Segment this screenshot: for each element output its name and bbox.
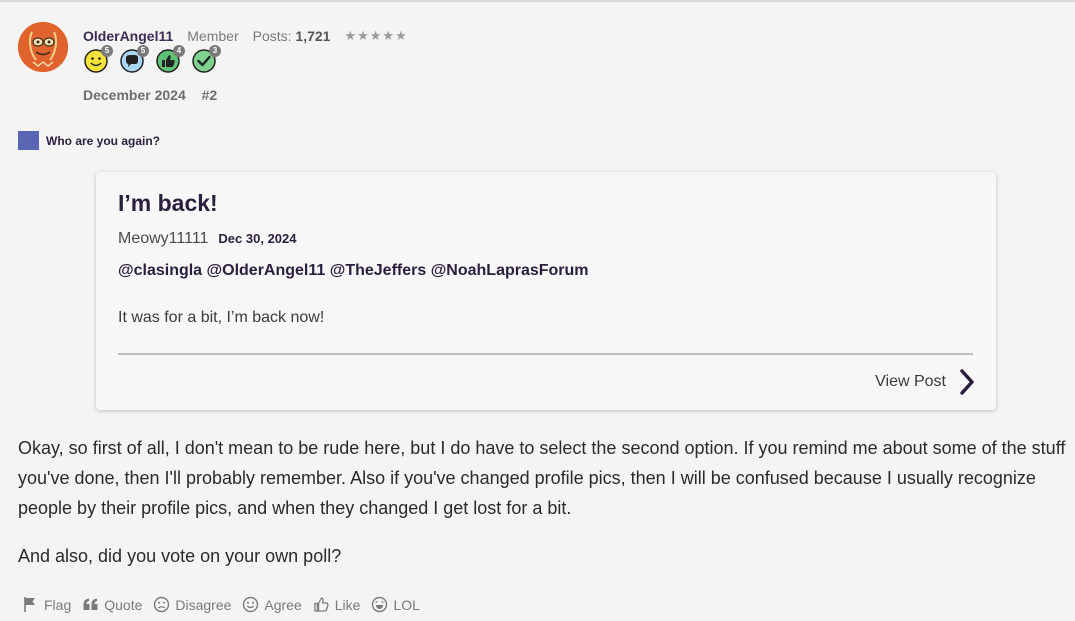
agree-button[interactable]: Agree bbox=[242, 596, 302, 613]
smile-icon bbox=[243, 596, 259, 613]
posts-value: 1,721 bbox=[295, 28, 331, 44]
rank-stars: ★★★★★ bbox=[344, 28, 408, 43]
post-number-link[interactable]: #2 bbox=[202, 87, 218, 103]
user-role: Member bbox=[187, 28, 239, 44]
embedded-post-author[interactable]: Meowy11111 bbox=[118, 230, 208, 248]
reaction-bar: Flag Quote Disagree Agree Like LOL bbox=[22, 596, 420, 613]
flag-label: Flag bbox=[44, 596, 72, 613]
quote-label: Quote bbox=[104, 596, 143, 613]
embedded-post-date: Dec 30, 2024 bbox=[218, 231, 297, 246]
embedded-post-card: I’m back! Meowy11111 Dec 30, 2024 @clasi… bbox=[96, 172, 996, 410]
agree-label: Agree bbox=[264, 596, 302, 613]
chevron-right-icon bbox=[960, 369, 974, 395]
top-divider bbox=[0, 0, 1075, 2]
lol-button[interactable]: LOL bbox=[371, 596, 420, 613]
thumbs-up-icon bbox=[314, 597, 329, 612]
poll-vote: Who are you again? bbox=[18, 131, 160, 150]
username-link[interactable]: OlderAngel11 bbox=[83, 28, 173, 44]
thumbs-up-badge-icon[interactable]: 4 bbox=[155, 45, 185, 74]
avatar-drawing-icon bbox=[18, 22, 68, 72]
flag-button[interactable]: Flag bbox=[22, 596, 71, 613]
flag-icon bbox=[24, 597, 35, 612]
post-body-paragraph: And also, did you vote on your own poll? bbox=[18, 546, 342, 566]
disagree-label: Disagree bbox=[175, 596, 232, 613]
lol-label: LOL bbox=[393, 596, 420, 613]
post-count: Posts: 1,721 bbox=[253, 28, 331, 44]
view-post-label: View Post bbox=[875, 373, 946, 390]
like-button[interactable]: Like bbox=[313, 596, 361, 613]
laugh-icon bbox=[372, 596, 388, 613]
checkmark-badge-icon[interactable]: 3 bbox=[191, 45, 221, 74]
badge-count: 5 bbox=[137, 45, 149, 57]
quote-button[interactable]: Quote bbox=[82, 596, 142, 613]
like-label: Like bbox=[334, 596, 361, 613]
badge-list: 5 5 4 3 bbox=[83, 45, 221, 74]
post-date-link[interactable]: December 2024 bbox=[83, 87, 186, 103]
posts-label: Posts: bbox=[252, 28, 292, 44]
embedded-post-mentions[interactable]: @clasingla @OlderAngel11 @TheJeffers @No… bbox=[118, 262, 589, 280]
badge-count: 4 bbox=[173, 45, 185, 57]
post-body-paragraph: Okay, so first of all, I don't mean to b… bbox=[18, 438, 1066, 518]
embedded-post-body: It was for a bit, I’m back now! bbox=[118, 309, 325, 326]
embedded-post-title[interactable]: I’m back! bbox=[118, 190, 218, 217]
quote-icon bbox=[83, 598, 98, 610]
avatar[interactable] bbox=[18, 22, 68, 72]
poll-vote-text: Who are you again? bbox=[46, 133, 161, 148]
poll-vote-swatch bbox=[18, 131, 39, 150]
speech-bubble-badge-icon[interactable]: 5 bbox=[119, 45, 149, 74]
badge-count: 5 bbox=[101, 45, 113, 57]
frown-icon bbox=[154, 596, 170, 613]
view-post-link[interactable]: View Post bbox=[875, 368, 976, 396]
smiley-badge-icon[interactable]: 5 bbox=[83, 45, 113, 74]
embedded-post-divider bbox=[118, 353, 973, 355]
badge-count: 3 bbox=[209, 45, 221, 57]
disagree-button[interactable]: Disagree bbox=[153, 596, 231, 613]
